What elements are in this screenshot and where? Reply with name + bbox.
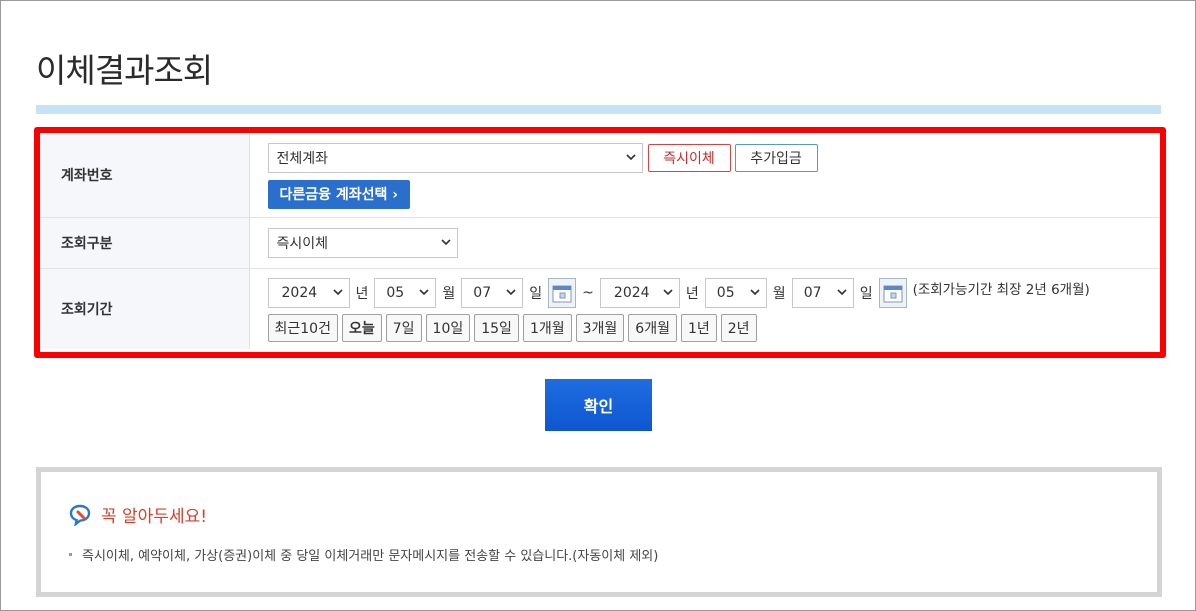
notice-item: 즉시이체, 예약이체, 가상(증권)이체 중 당일 이체거래만 문자메시지를 전…	[69, 545, 658, 564]
highlight-box	[34, 127, 1166, 358]
page-title: 이체결과조회	[36, 51, 213, 90]
speech-bubble-icon	[69, 504, 91, 526]
notice-title: 꼭 알아두세요!	[101, 507, 208, 527]
confirm-button[interactable]: 확인	[545, 379, 652, 431]
title-divider	[36, 105, 1161, 114]
notice-header: 꼭 알아두세요!	[69, 502, 207, 527]
bullet-icon	[69, 553, 72, 556]
notice-item-text: 즉시이체, 예약이체, 가상(증권)이체 중 당일 이체거래만 문자메시지를 전…	[82, 549, 659, 564]
notice-box: 꼭 알아두세요! 즉시이체, 예약이체, 가상(증권)이체 중 당일 이체거래만…	[36, 467, 1162, 597]
